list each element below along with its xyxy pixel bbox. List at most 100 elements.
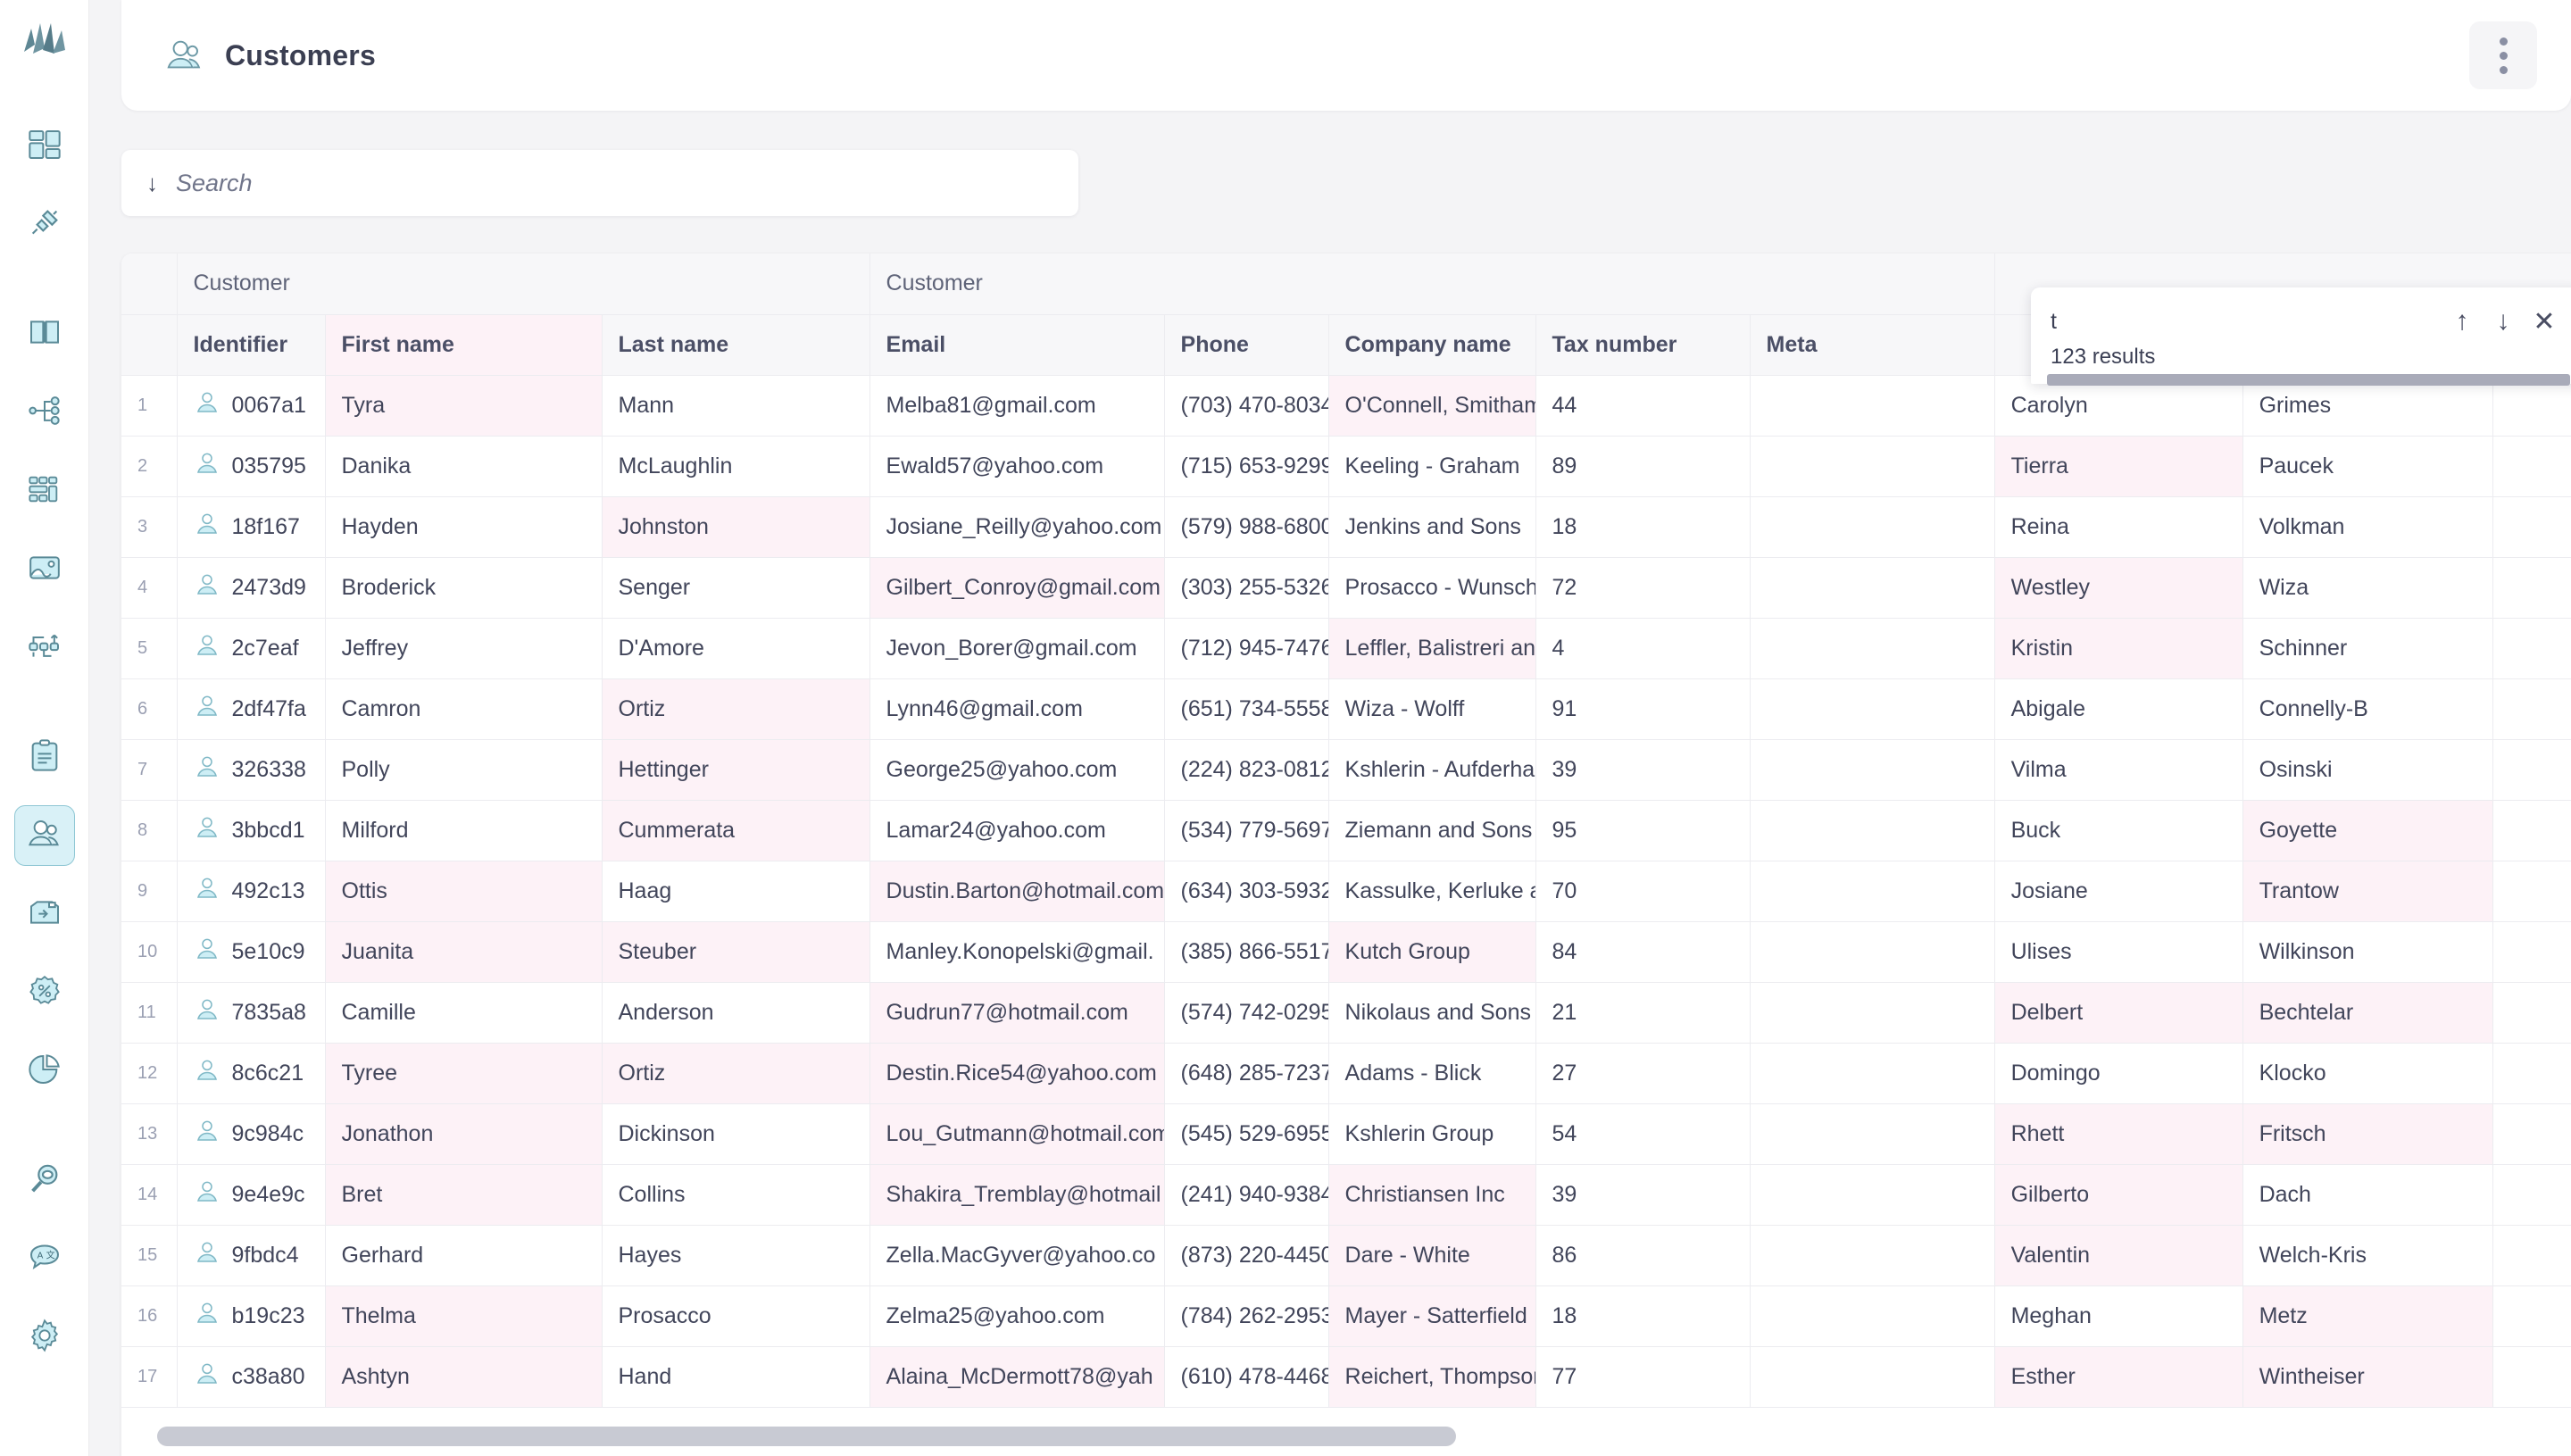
app-logo[interactable] xyxy=(17,16,72,71)
cell-email[interactable]: Gilbert_Conroy@gmail.com xyxy=(869,557,1165,619)
sidebar-item-media[interactable] xyxy=(14,539,75,600)
cell-email[interactable]: Manley.Konopelski@gmail. xyxy=(869,921,1165,983)
cell-last-name-2[interactable]: Goyette xyxy=(2242,800,2493,861)
group-header-customer-2[interactable]: Customer xyxy=(869,254,1995,315)
sidebar-item-dashboard[interactable] xyxy=(14,116,75,177)
cell-email[interactable]: Melba81@gmail.com xyxy=(869,375,1165,437)
find-bar-scrollbar[interactable] xyxy=(2047,374,2570,386)
table-row[interactable]: 9 492c13 Ottis Haag Dustin.Barton@hotmail.co… xyxy=(121,861,2571,922)
cell-first-name[interactable]: Broderick xyxy=(325,557,603,619)
cell-tax-number[interactable]: 18 xyxy=(1535,496,1751,558)
column-header-tax-number[interactable]: Tax number xyxy=(1535,314,1751,376)
table-row[interactable]: 15 9fbdc4 Gerhard Hayes Zella.MacGyver@yahoo… xyxy=(121,1225,2571,1286)
cell-phone[interactable]: (873) 220-4450 xyxy=(1164,1225,1329,1286)
cell-email[interactable]: Lamar24@yahoo.com xyxy=(869,800,1165,861)
cell-last-name-2[interactable]: Trantow xyxy=(2242,861,2493,922)
cell-tax-number[interactable]: 39 xyxy=(1535,1164,1751,1226)
cell-identifier[interactable]: 326338 xyxy=(177,739,326,801)
cell-email[interactable]: George25@yahoo.com xyxy=(869,739,1165,801)
cell-tax-number[interactable]: 39 xyxy=(1535,739,1751,801)
cell-email[interactable]: Dustin.Barton@hotmail.com xyxy=(869,861,1165,922)
find-close-button[interactable]: ✕ xyxy=(2524,301,2565,342)
column-header-email[interactable]: Email xyxy=(869,314,1165,376)
cell-company-name[interactable]: Leffler, Balistreri and xyxy=(1328,618,1536,679)
cell-last-name[interactable]: Ortiz xyxy=(602,1043,870,1104)
cell-email[interactable]: Destin.Rice54@yahoo.com xyxy=(869,1043,1165,1104)
find-input[interactable] xyxy=(2051,308,2442,335)
cell-last-name-2[interactable]: Wilkinson xyxy=(2242,921,2493,983)
cell-identifier[interactable]: 5e10c9 xyxy=(177,921,326,983)
cell-company-name[interactable]: Dare - White xyxy=(1328,1225,1536,1286)
cell-tax-number[interactable]: 84 xyxy=(1535,921,1751,983)
cell-identifier[interactable]: 3bbcd1 xyxy=(177,800,326,861)
cell-first-name-2[interactable]: Westley xyxy=(1994,557,2243,619)
cell-tax-number[interactable]: 44 xyxy=(1535,375,1751,437)
cell-identifier[interactable]: 035795 xyxy=(177,436,326,497)
search-box[interactable]: ↓ xyxy=(121,150,1078,216)
cell-identifier[interactable]: 9c984c xyxy=(177,1103,326,1165)
cell-first-name-2[interactable]: Ulises xyxy=(1994,921,2243,983)
cell-phone[interactable]: (784) 262-2953 xyxy=(1164,1285,1329,1347)
sidebar-item-discounts[interactable] xyxy=(14,962,75,1023)
cell-first-name-2[interactable]: Tierra xyxy=(1994,436,2243,497)
cell-last-name[interactable]: Steuber xyxy=(602,921,870,983)
cell-phone[interactable]: (579) 988-6800 xyxy=(1164,496,1329,558)
horizontal-scrollbar-thumb[interactable] xyxy=(157,1427,1456,1446)
cell-tax-number[interactable]: 91 xyxy=(1535,678,1751,740)
cell-last-name-2[interactable]: Osinski xyxy=(2242,739,2493,801)
cell-phone[interactable]: (574) 742-0295 xyxy=(1164,982,1329,1044)
cell-tax-number[interactable]: 54 xyxy=(1535,1103,1751,1165)
cell-meta[interactable] xyxy=(1750,1043,1995,1104)
cell-first-name-2[interactable]: Josiane xyxy=(1994,861,2243,922)
sidebar-item-layouts[interactable] xyxy=(14,461,75,521)
cell-last-name-2[interactable]: Schinner xyxy=(2242,618,2493,679)
cell-identifier[interactable]: 9fbdc4 xyxy=(177,1225,326,1286)
cell-email[interactable]: Gudrun77@hotmail.com xyxy=(869,982,1165,1044)
cell-email[interactable]: Alaina_McDermott78@yah xyxy=(869,1346,1165,1408)
cell-phone[interactable]: (385) 866-5517 xyxy=(1164,921,1329,983)
search-input[interactable] xyxy=(176,169,1053,197)
table-row[interactable]: 4 2473d9 Broderick Senger Gilbert_Conroy@gma… xyxy=(121,557,2571,619)
sidebar-item-workflows[interactable] xyxy=(14,618,75,678)
cell-identifier[interactable]: 0067a1 xyxy=(177,375,326,437)
cell-first-name[interactable]: Hayden xyxy=(325,496,603,558)
cell-last-name[interactable]: Prosacco xyxy=(602,1285,870,1347)
table-row[interactable]: 16 b19c23 Thelma Prosacco Zelma25@yahoo.com(… xyxy=(121,1285,2571,1347)
cell-last-name[interactable]: D'Amore xyxy=(602,618,870,679)
column-header-company-name[interactable]: Company name xyxy=(1328,314,1536,376)
cell-meta[interactable] xyxy=(1750,1164,1995,1226)
cell-company-name[interactable]: Ziemann and Sons xyxy=(1328,800,1536,861)
cell-first-name[interactable]: Jonathon xyxy=(325,1103,603,1165)
cell-tax-number[interactable]: 89 xyxy=(1535,436,1751,497)
cell-email[interactable]: Zella.MacGyver@yahoo.co xyxy=(869,1225,1165,1286)
cell-first-name[interactable]: Tyra xyxy=(325,375,603,437)
cell-phone[interactable]: (651) 734-5558 xyxy=(1164,678,1329,740)
cell-last-name[interactable]: Mann xyxy=(602,375,870,437)
cell-first-name[interactable]: Juanita xyxy=(325,921,603,983)
column-header-meta[interactable]: Meta xyxy=(1750,314,1995,376)
cell-last-name-2[interactable]: Klocko xyxy=(2242,1043,2493,1104)
cell-company-name[interactable]: Jenkins and Sons xyxy=(1328,496,1536,558)
cell-email[interactable]: Josiane_Reilly@yahoo.com xyxy=(869,496,1165,558)
cell-company-name[interactable]: Mayer - Satterfield xyxy=(1328,1285,1536,1347)
cell-last-name-2[interactable]: Bechtelar xyxy=(2242,982,2493,1044)
cell-meta[interactable] xyxy=(1750,436,1995,497)
cell-phone[interactable]: (224) 823-0812 xyxy=(1164,739,1329,801)
cell-last-name[interactable]: Collins xyxy=(602,1164,870,1226)
table-row[interactable]: 14 9e4e9c Bret Collins Shakira_Tremblay@hotm… xyxy=(121,1164,2571,1226)
sidebar-item-customers[interactable] xyxy=(13,805,75,866)
cell-first-name[interactable]: Danika xyxy=(325,436,603,497)
cell-meta[interactable] xyxy=(1750,1103,1995,1165)
cell-first-name-2[interactable]: Valentin xyxy=(1994,1225,2243,1286)
cell-identifier[interactable]: 492c13 xyxy=(177,861,326,922)
cell-last-name[interactable]: Anderson xyxy=(602,982,870,1044)
cell-tax-number[interactable]: 95 xyxy=(1535,800,1751,861)
cell-meta[interactable] xyxy=(1750,982,1995,1044)
cell-first-name[interactable]: Camille xyxy=(325,982,603,1044)
cell-company-name[interactable]: Prosacco - Wunsch xyxy=(1328,557,1536,619)
table-row[interactable]: 7 326338 Polly Hettinger George25@yahoo.com(… xyxy=(121,739,2571,801)
sidebar-item-analytics[interactable] xyxy=(14,1041,75,1102)
table-row[interactable]: 3 18f167 Hayden Johnston Josiane_Reilly@yaho… xyxy=(121,496,2571,558)
cell-meta[interactable] xyxy=(1750,375,1995,437)
sidebar-item-seo[interactable] xyxy=(14,1150,75,1211)
